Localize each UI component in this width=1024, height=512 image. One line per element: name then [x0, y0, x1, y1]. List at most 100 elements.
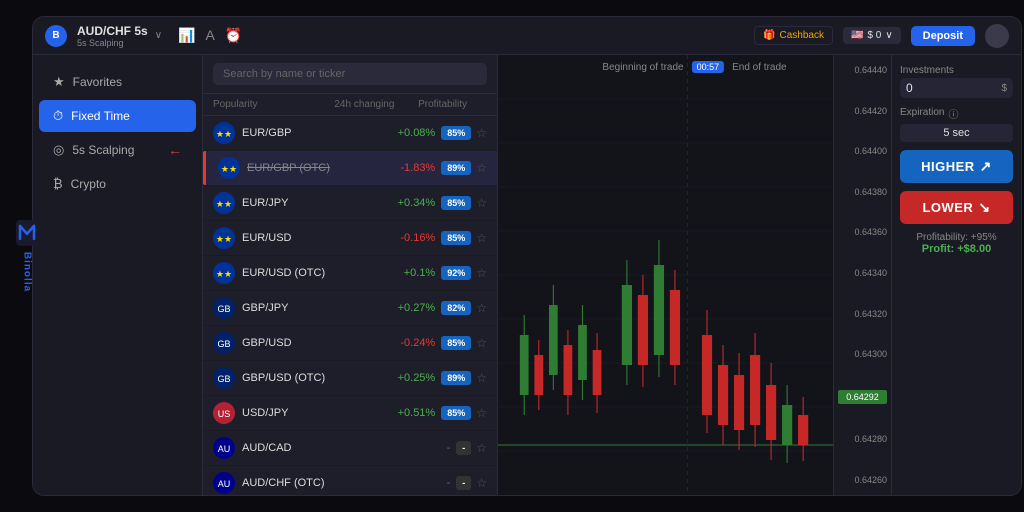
pair-name: AUD/CHF 5s	[77, 24, 148, 38]
favorite-star-icon[interactable]: ☆	[476, 301, 487, 315]
candle-icon[interactable]: 📊	[178, 27, 195, 44]
investment-value[interactable]: 0	[906, 81, 997, 95]
favorite-star-icon[interactable]: ☆	[476, 231, 487, 245]
svg-text:★★: ★★	[216, 199, 232, 209]
pair-name-label: EUR/USD (OTC)	[242, 267, 339, 279]
profit-value: Profit: +$8.00	[900, 243, 1013, 255]
pair-list: ★★ EUR/GBP +0.08% 85% ☆ ★★ EUR/GBP (OTC)	[203, 116, 497, 495]
candlestick-chart	[498, 55, 833, 495]
list-item[interactable]: ★★ EUR/JPY +0.34% 85% ☆	[203, 186, 497, 221]
flag-eu-icon: ★★	[213, 227, 235, 249]
favorite-star-icon[interactable]: ☆	[476, 371, 487, 385]
list-item[interactable]: GB GBP/JPY +0.27% 82% ☆	[203, 291, 497, 326]
favorite-star-icon[interactable]: ☆	[476, 336, 487, 350]
price-level: 0.64420	[838, 106, 887, 116]
top-bar-right: 🎁 Cashback 🇺🇸 $ 0 ∨ Deposit	[754, 24, 1009, 48]
profit-badge: 85%	[441, 126, 471, 140]
us-flag-icon: 🇺🇸	[851, 30, 863, 41]
change-value: -1.83%	[341, 162, 435, 174]
profit-badge: 89%	[441, 161, 471, 175]
investment-input-row: 0 $	[900, 78, 1013, 98]
cashback-label: Cashback	[780, 30, 824, 41]
sidebar-item-scalping[interactable]: ◎ 5s Scalping ←	[39, 134, 196, 166]
crypto-icon: ₿	[53, 176, 63, 191]
favorite-star-icon[interactable]: ☆	[476, 196, 487, 210]
balance-chevron-icon: ∨	[885, 30, 892, 41]
sidebar-item-fixed-time[interactable]: ⏱ Fixed Time	[39, 100, 196, 132]
balance-value: $ 0	[867, 30, 881, 41]
pair-info[interactable]: AUD/CHF 5s 5s Scalping ∨	[77, 24, 162, 48]
table-header: Popularity 24h changing Profitability	[203, 94, 497, 116]
profit-info: Profitability: +95% Profit: +$8.00	[900, 232, 1013, 255]
profit-badge: 92%	[441, 266, 471, 280]
favorite-star-icon[interactable]: ☆	[476, 476, 487, 490]
sidebar-label-favorites: Favorites	[73, 75, 122, 89]
list-item[interactable]: ★★ EUR/GBP (OTC) -1.83% 89% ☆	[203, 151, 497, 186]
svg-text:GB: GB	[217, 374, 230, 384]
list-item[interactable]: ★★ EUR/USD -0.16% 85% ☆	[203, 221, 497, 256]
right-panel: Investments 0 $ Expiration ⓘ 5 sec HIGHE…	[891, 55, 1021, 495]
favorite-star-icon[interactable]: ☆	[476, 266, 487, 280]
search-box	[203, 55, 497, 94]
sidebar-item-favorites[interactable]: ★ Favorites	[39, 66, 196, 98]
settings-icon[interactable]: ⏰	[225, 27, 242, 44]
star-icon: ★	[53, 74, 65, 90]
change-value: +0.51%	[339, 407, 436, 419]
list-item[interactable]: ★★ EUR/GBP +0.08% 85% ☆	[203, 116, 497, 151]
toolbar-icons: 📊 A ⏰	[178, 27, 242, 44]
sidebar-item-crypto[interactable]: ₿ Crypto	[39, 168, 196, 199]
expiration-section: Expiration ⓘ 5 sec	[900, 106, 1013, 142]
svg-text:GB: GB	[217, 304, 230, 314]
list-item[interactable]: GB GBP/USD (OTC) +0.25% 89% ☆	[203, 361, 497, 396]
search-input[interactable]	[213, 63, 487, 85]
list-item[interactable]: AU AUD/CHF (OTC) - - ☆	[203, 466, 497, 495]
price-level: 0.64280	[838, 434, 887, 444]
flag-eu-icon: ★★	[213, 192, 235, 214]
user-avatar[interactable]	[985, 24, 1009, 48]
chevron-down-icon: ∨	[155, 30, 162, 41]
svg-text:★★: ★★	[216, 129, 232, 139]
pair-sub: 5s Scalping	[77, 38, 148, 48]
change-value: +0.27%	[339, 302, 436, 314]
pair-name-label: GBP/USD (OTC)	[242, 372, 339, 384]
cashback-icon: 🎁	[763, 30, 775, 41]
binolla-brand: Binolla	[16, 220, 38, 292]
favorite-star-icon[interactable]: ☆	[476, 161, 487, 175]
higher-button[interactable]: HIGHER ↗	[900, 150, 1013, 183]
lower-button[interactable]: LOWER ↘	[900, 191, 1013, 224]
investment-currency: $	[1001, 83, 1007, 94]
arrow-right-icon: ←	[168, 142, 182, 158]
change-value: -0.16%	[339, 232, 436, 244]
binolla-text: Binolla	[22, 252, 33, 292]
profit-badge: 89%	[441, 371, 471, 385]
svg-text:AU: AU	[218, 479, 231, 489]
change-value: +0.34%	[339, 197, 436, 209]
favorite-star-icon[interactable]: ☆	[476, 441, 487, 455]
clock-icon: ⏱	[53, 108, 63, 124]
price-level: 0.64380	[838, 187, 887, 197]
deposit-button[interactable]: Deposit	[911, 26, 975, 46]
price-level: 0.64360	[838, 227, 887, 237]
expiration-value[interactable]: 5 sec	[900, 124, 1013, 142]
pair-name-label: GBP/USD	[242, 337, 339, 349]
chart-area: Beginning of trade 00:57 End of trade	[498, 55, 891, 495]
list-item[interactable]: US USD/JPY +0.51% 85% ☆	[203, 396, 497, 431]
sidebar-label-fixed-time: Fixed Time	[71, 109, 130, 123]
list-item[interactable]: AU AUD/CAD - - ☆	[203, 431, 497, 466]
favorite-star-icon[interactable]: ☆	[476, 126, 487, 140]
cashback-button[interactable]: 🎁 Cashback	[754, 26, 833, 45]
list-item[interactable]: ★★ EUR/USD (OTC) +0.1% 92% ☆	[203, 256, 497, 291]
higher-label: HIGHER	[921, 159, 975, 174]
favorite-star-icon[interactable]: ☆	[476, 406, 487, 420]
profit-badge: 85%	[441, 196, 471, 210]
list-item[interactable]: GB GBP/USD -0.24% 85% ☆	[203, 326, 497, 361]
body: ★ Favorites ⏱ Fixed Time ◎ 5s Scalping ←…	[33, 55, 1021, 495]
currency-selector[interactable]: 🇺🇸 $ 0 ∨	[843, 27, 901, 44]
svg-text:GB: GB	[217, 339, 230, 349]
indicator-icon[interactable]: A	[205, 27, 214, 44]
expiration-label: Expiration	[900, 107, 944, 118]
left-sidebar: ★ Favorites ⏱ Fixed Time ◎ 5s Scalping ←…	[33, 55, 203, 495]
flag-gb-icon: GB	[213, 367, 235, 389]
change-value: +0.25%	[339, 372, 436, 384]
profit-badge: -	[456, 476, 471, 490]
